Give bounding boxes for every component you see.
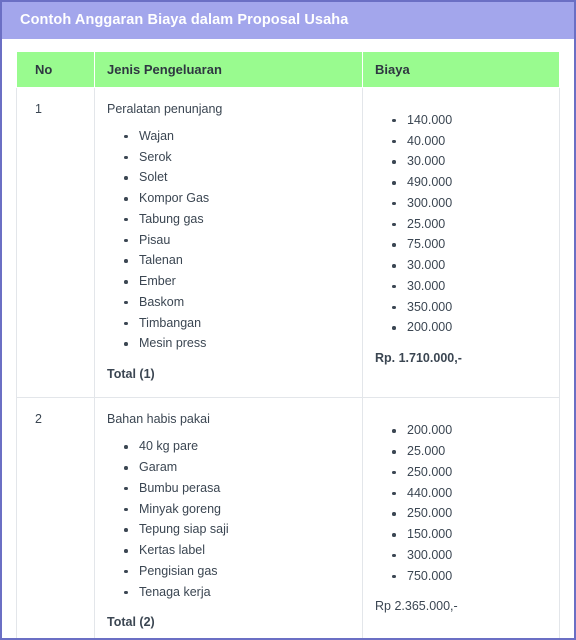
budget-table: No Jenis Pengeluaran Biaya 1 Peralatan pe… xyxy=(16,50,560,638)
list-item: Tepung siap saji xyxy=(124,521,350,539)
list-item: 40.000 xyxy=(392,133,547,151)
total-label: Total (1) xyxy=(107,367,155,382)
cell-no: 1 xyxy=(16,86,95,399)
price-list-spacer xyxy=(375,410,547,412)
list-item: 300.000 xyxy=(392,547,547,565)
list-item: Serok xyxy=(124,149,350,167)
expense-item-list: 40 kg pare Garam Bumbu perasa Minyak goreng… xyxy=(107,438,350,601)
table-header-row: No Jenis Pengeluaran Biaya xyxy=(16,50,560,88)
expense-category-label: Bahan habis pakai xyxy=(107,412,210,427)
price-list-spacer xyxy=(375,100,547,102)
price-list: 140.000 40.000 30.000 490.000 300.000 25.000 7… xyxy=(375,112,547,337)
list-item: Kertas label xyxy=(124,542,350,560)
list-item: 250.000 xyxy=(392,505,547,523)
list-item: 250.000 xyxy=(392,464,547,482)
cell-biaya: 140.000 40.000 30.000 490.000 300.000 25.000 7… xyxy=(362,86,560,399)
list-item: 300.000 xyxy=(392,195,547,213)
list-item: Garam xyxy=(124,459,350,477)
table-head: No Jenis Pengeluaran Biaya xyxy=(16,50,560,88)
list-item: Mesin press xyxy=(124,335,350,353)
list-item: 490.000 xyxy=(392,174,547,192)
cell-jenis-pengeluaran: Peralatan penunjang Wajan Serok Solet Kompor… xyxy=(94,86,363,399)
cell-no: 2 xyxy=(16,397,95,638)
list-item: 140.000 xyxy=(392,112,547,130)
list-item: 350.000 xyxy=(392,299,547,317)
list-item: Tenaga kerja xyxy=(124,584,350,602)
expense-item-list: Wajan Serok Solet Kompor Gas Tabung gas Pisau… xyxy=(107,128,350,353)
cell-biaya: 200.000 25.000 250.000 440.000 250.000 150.00… xyxy=(362,397,560,638)
list-item: 30.000 xyxy=(392,257,547,275)
list-item: Solet xyxy=(124,169,350,187)
list-item: Kompor Gas xyxy=(124,190,350,208)
list-item: Minyak goreng xyxy=(124,501,350,519)
list-item: Baskom xyxy=(124,294,350,312)
total-label: Total (2) xyxy=(107,615,155,630)
list-item: 25.000 xyxy=(392,443,547,461)
list-item: Pisau xyxy=(124,232,350,250)
column-header-biaya: Biaya xyxy=(362,50,560,88)
list-item: Timbangan xyxy=(124,315,350,333)
list-item: 200.000 xyxy=(392,422,547,440)
list-item: 40 kg pare xyxy=(124,438,350,456)
price-list: 200.000 25.000 250.000 440.000 250.000 150.00… xyxy=(375,422,547,585)
expense-category-label: Peralatan penunjang xyxy=(107,101,223,116)
table-container: No Jenis Pengeluaran Biaya 1 Peralatan pe… xyxy=(2,39,574,638)
budget-panel: Contoh Anggaran Biaya dalam Proposal Usa… xyxy=(0,0,576,640)
list-item: Ember xyxy=(124,273,350,291)
column-header-no: No xyxy=(16,50,95,88)
list-item: 750.000 xyxy=(392,568,547,586)
list-item: Pengisian gas xyxy=(124,563,350,581)
column-header-jenis-pengeluaran: Jenis Pengeluaran xyxy=(94,50,363,88)
list-item: 440.000 xyxy=(392,485,547,503)
total-amount: Rp. 1.710.000,- xyxy=(375,351,462,366)
total-amount: Rp 2.365.000,- xyxy=(375,599,458,614)
list-item: Tabung gas xyxy=(124,211,350,229)
list-item: 30.000 xyxy=(392,278,547,296)
list-item: 75.000 xyxy=(392,236,547,254)
list-item: Bumbu perasa xyxy=(124,480,350,498)
panel-title: Contoh Anggaran Biaya dalam Proposal Usa… xyxy=(2,2,574,39)
table-row: 1 Peralatan penunjang Wajan Serok Solet Kompo… xyxy=(16,86,560,399)
list-item: Talenan xyxy=(124,252,350,270)
list-item: 200.000 xyxy=(392,319,547,337)
table-row: 2 Bahan habis pakai 40 kg pare Garam Bumbu p… xyxy=(16,397,560,638)
list-item: 25.000 xyxy=(392,216,547,234)
list-item: Wajan xyxy=(124,128,350,146)
list-item: 30.000 xyxy=(392,153,547,171)
cell-jenis-pengeluaran: Bahan habis pakai 40 kg pare Garam Bumbu pe… xyxy=(94,397,363,638)
table-body: 1 Peralatan penunjang Wajan Serok Solet Kompo… xyxy=(16,86,560,638)
list-item: 150.000 xyxy=(392,526,547,544)
